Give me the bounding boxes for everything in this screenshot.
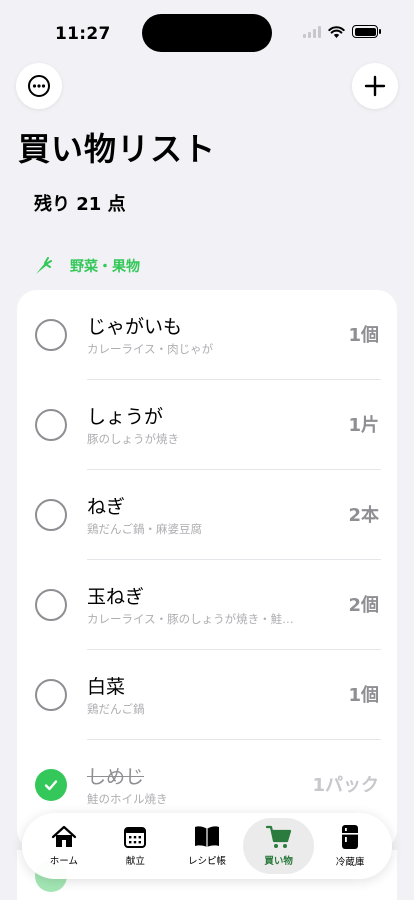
item-name: じゃがいも xyxy=(87,316,183,338)
category-label: 野菜・果物 xyxy=(70,259,140,275)
item-name: しめじ xyxy=(87,766,145,788)
tab-label: 買い物 xyxy=(264,856,293,867)
remaining-count: 残り 21 点 xyxy=(34,194,126,215)
tab-recipe-book[interactable]: レシピ帳 xyxy=(171,818,243,874)
wifi-icon xyxy=(328,25,345,38)
book-icon xyxy=(194,826,219,847)
status-time: 11:27 xyxy=(55,24,111,44)
item-recipes: カレーライス・肉じゃが xyxy=(87,342,214,356)
item-recipes: カレーライス・豚のしょうが焼き・鮭… xyxy=(87,612,294,626)
item-name: 玉ねぎ xyxy=(87,586,145,608)
item-name: しょうが xyxy=(87,406,164,428)
checkbox[interactable] xyxy=(35,589,67,621)
house-icon xyxy=(51,825,76,847)
tab-home[interactable]: ホーム xyxy=(28,818,100,874)
list-item[interactable]: 白菜 鶏だんご鍋 1個 xyxy=(17,650,397,740)
more-options-button[interactable] xyxy=(16,63,62,109)
fridge-icon xyxy=(342,825,359,849)
checkbox[interactable] xyxy=(35,409,67,441)
item-quantity: 2本 xyxy=(348,505,379,526)
status-bar: 11:27 xyxy=(0,0,414,60)
item-name: 白菜 xyxy=(87,676,126,698)
list-item[interactable]: しょうが 豚のしょうが焼き 1片 xyxy=(17,380,397,470)
item-quantity: 1片 xyxy=(348,415,379,436)
tab-label: 冷蔵庫 xyxy=(335,857,365,868)
tab-label: ホーム xyxy=(49,856,78,867)
battery-icon xyxy=(352,25,381,38)
ellipsis-circle-icon xyxy=(28,75,50,97)
list-item[interactable]: 玉ねぎ カレーライス・豚のしょうが焼き・鮭… 2個 xyxy=(17,560,397,650)
list-item[interactable]: じゃがいも カレーライス・肉じゃが 1個 xyxy=(17,290,397,380)
plus-icon xyxy=(364,75,386,97)
category-header: 野菜・果物 xyxy=(32,256,140,276)
checkbox[interactable] xyxy=(35,679,67,711)
calendar-icon xyxy=(124,827,147,848)
checkmark-icon xyxy=(44,780,58,791)
checkbox[interactable] xyxy=(35,319,67,351)
item-quantity: 1パック xyxy=(312,775,379,796)
tab-shopping[interactable]: 買い物 xyxy=(242,818,315,874)
item-quantity: 1個 xyxy=(348,325,379,346)
dynamic-island xyxy=(142,14,272,52)
tab-menu-plan[interactable]: 献立 xyxy=(100,818,172,874)
tab-bar: ホーム 献立 レシピ帳 買い物 冷蔵庫 xyxy=(22,813,392,879)
checkbox[interactable] xyxy=(35,499,67,531)
item-recipes: 鶏だんご鍋 xyxy=(87,702,145,716)
tab-label: 献立 xyxy=(125,856,145,867)
cart-icon xyxy=(265,825,291,848)
tab-label: レシピ帳 xyxy=(187,856,226,867)
cellular-signal-icon xyxy=(303,25,321,38)
page-title: 買い物リスト xyxy=(18,130,217,168)
shopping-list-card: じゃがいも カレーライス・肉じゃが 1個 しょうが 豚のしょうが焼き 1片 ねぎ… xyxy=(17,290,397,850)
item-recipes: 豚のしょうが焼き xyxy=(87,432,179,446)
checkbox-checked[interactable] xyxy=(35,769,67,801)
item-quantity: 1個 xyxy=(348,685,379,706)
item-quantity: 2個 xyxy=(348,595,379,616)
item-name: ねぎ xyxy=(87,496,126,518)
item-recipes: 鮭のホイル焼き xyxy=(87,792,168,806)
add-item-button[interactable] xyxy=(352,63,398,109)
list-item[interactable]: ねぎ 鶏だんご鍋・麻婆豆腐 2本 xyxy=(17,470,397,560)
item-recipes: 鶏だんご鍋・麻婆豆腐 xyxy=(87,522,202,536)
status-icons xyxy=(303,25,381,38)
carrot-icon xyxy=(36,257,52,274)
tab-fridge[interactable]: 冷蔵庫 xyxy=(314,818,386,874)
